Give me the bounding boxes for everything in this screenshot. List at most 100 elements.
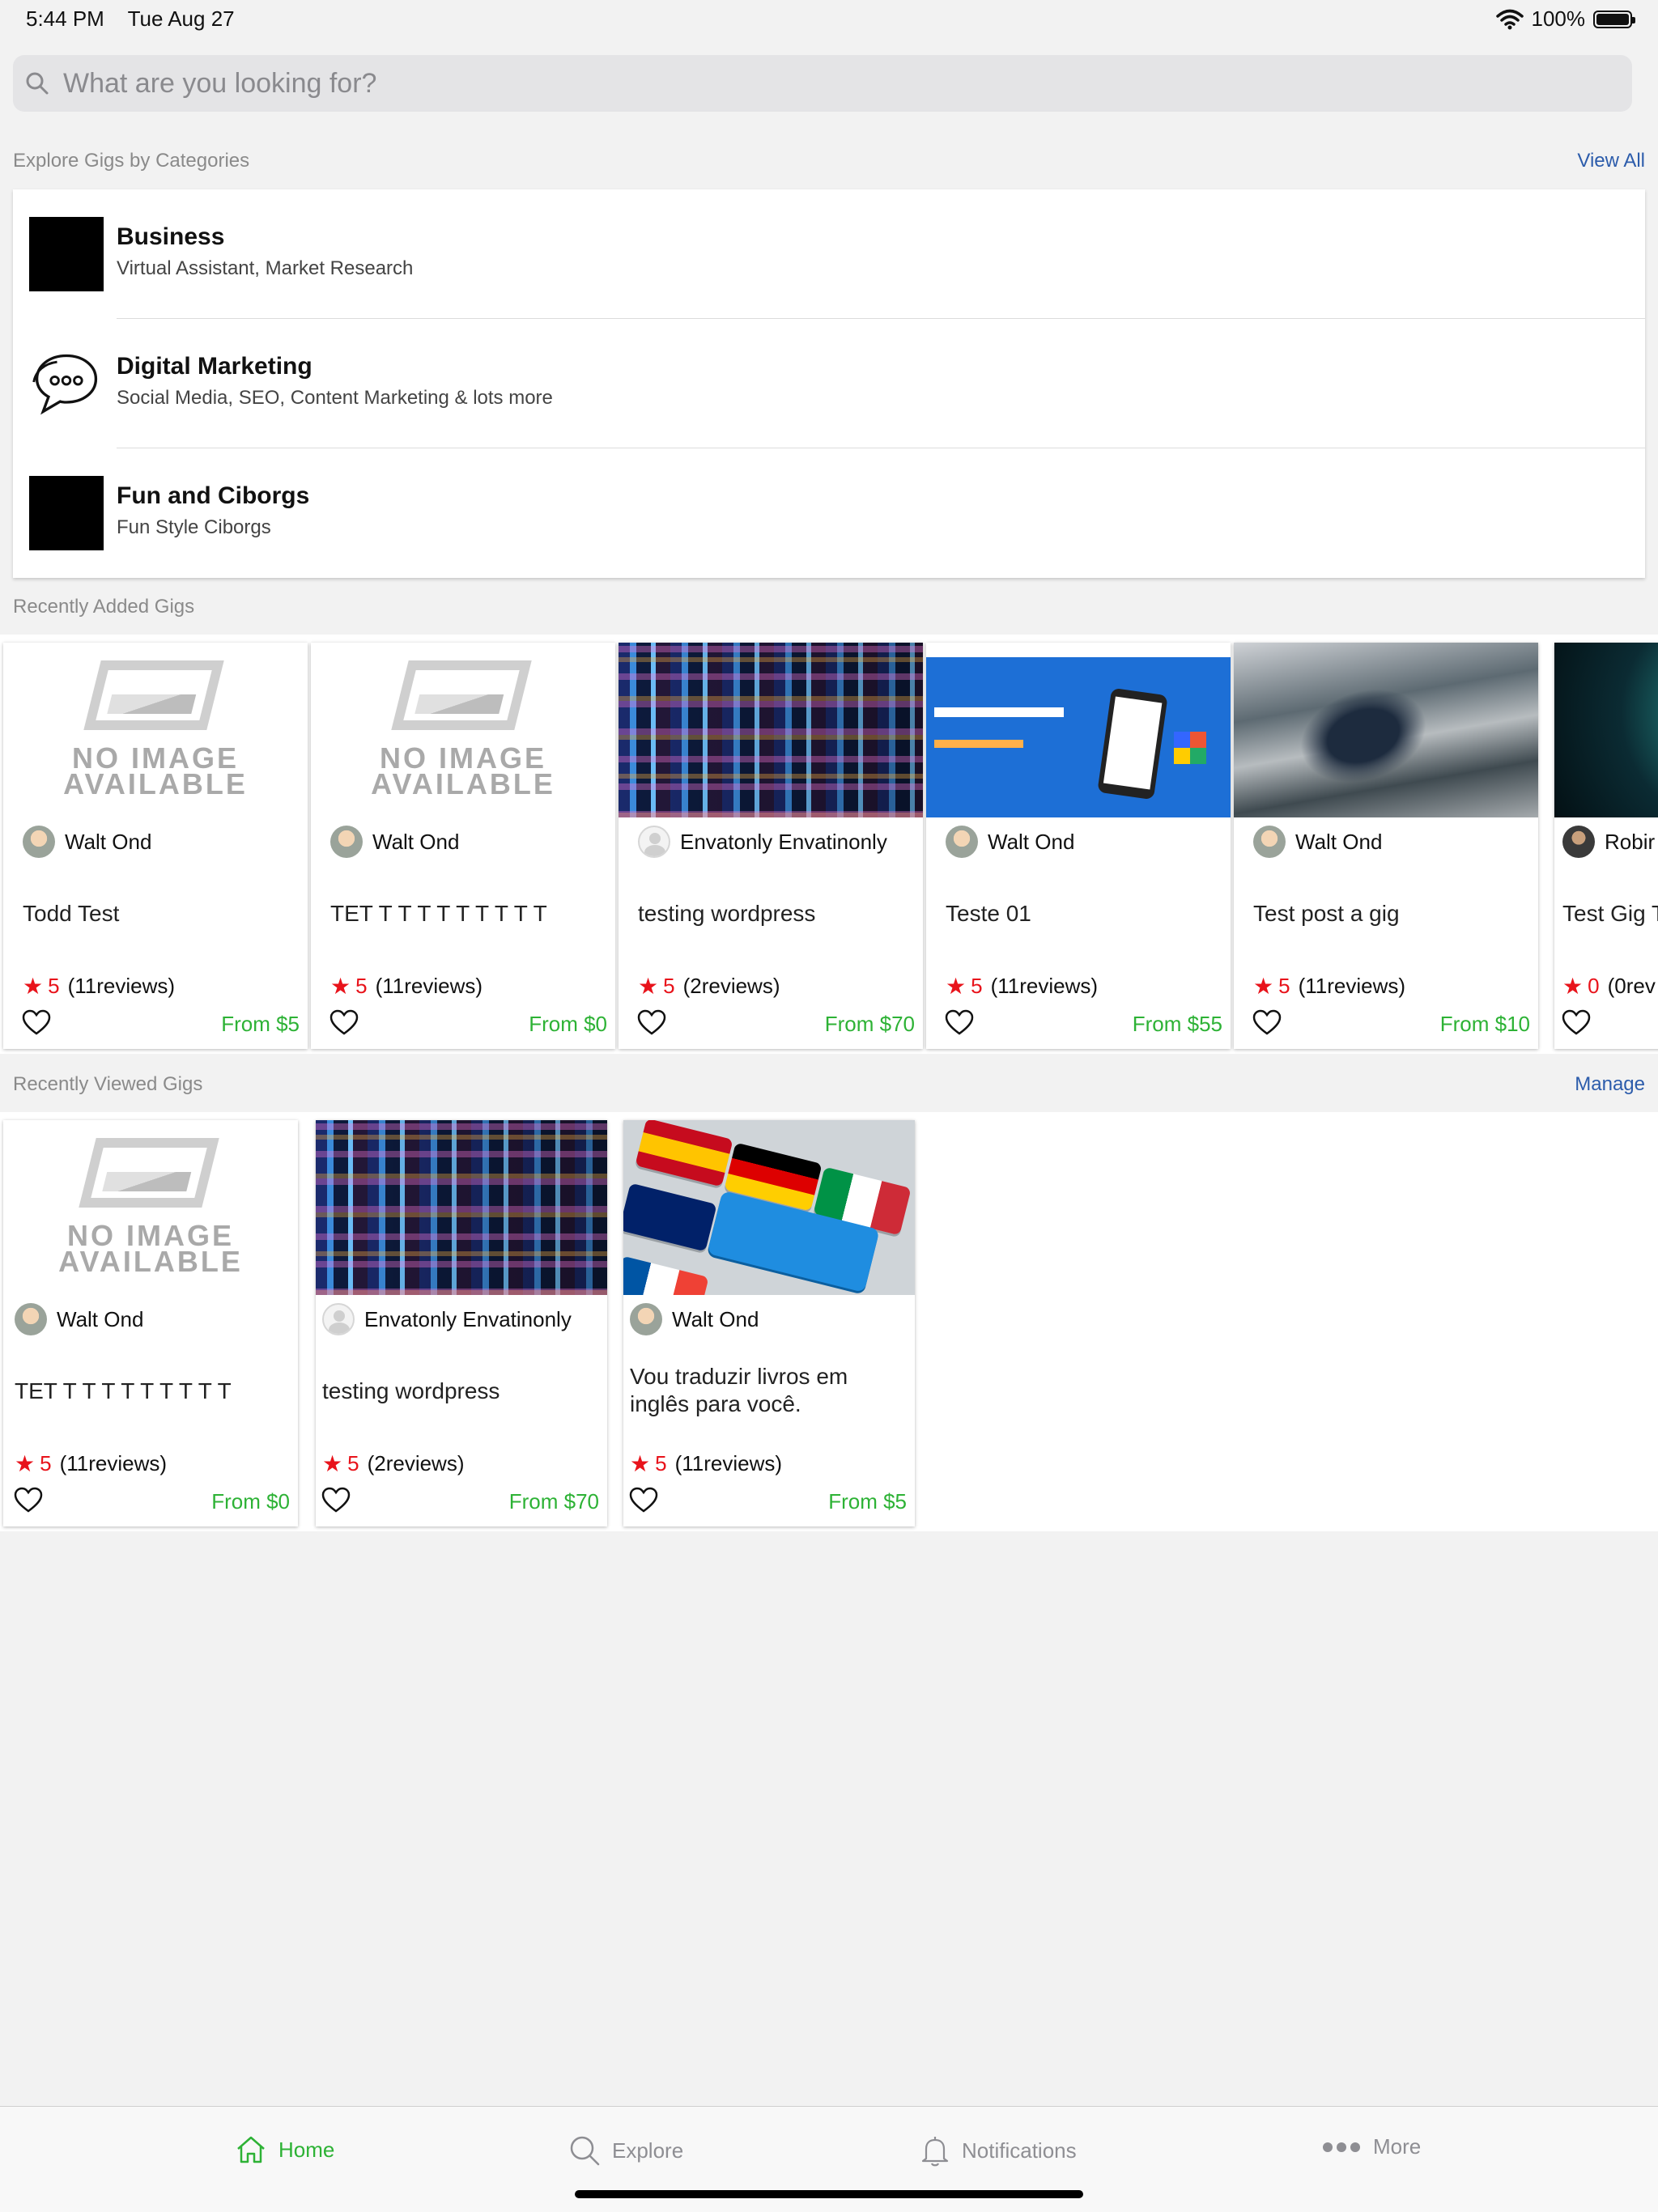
gig-title: Todd Test xyxy=(23,901,120,926)
gig-rating: ★ 5 (2reviews) xyxy=(638,974,780,999)
gig-author[interactable]: Envatonly Envatinonly xyxy=(638,826,887,858)
chat-bubbles-icon xyxy=(32,354,98,415)
gig-card[interactable]: Envatonly Envatinonly testing wordpress … xyxy=(316,1120,607,1526)
category-name: Fun and Ciborgs xyxy=(117,482,310,509)
gig-rating: ★ 5 (11reviews) xyxy=(946,974,1099,999)
gig-rating: ★ 5 (2reviews) xyxy=(322,1451,465,1476)
category-business[interactable]: Business Virtual Assistant, Market Resea… xyxy=(13,189,1645,319)
heart-icon[interactable] xyxy=(628,1486,659,1514)
category-business-thumbnail xyxy=(29,217,104,291)
gig-author[interactable]: Walt Ond xyxy=(946,826,1074,858)
gig-rating: ★ 5 (11reviews) xyxy=(15,1451,168,1476)
gig-image xyxy=(1234,643,1538,817)
heart-icon[interactable] xyxy=(329,1008,359,1036)
no-image-placeholder: NO IMAGE AVAILABLE xyxy=(311,643,615,817)
gig-price: From $0 xyxy=(211,1489,290,1514)
category-digital-marketing[interactable]: Digital Marketing Social Media, SEO, Con… xyxy=(13,319,1645,448)
gig-rating: ★ 5 (11reviews) xyxy=(630,1451,783,1476)
search-bar[interactable] xyxy=(13,55,1632,112)
home-indicator xyxy=(575,2190,1083,2198)
star-icon: ★ xyxy=(330,974,351,999)
heart-icon[interactable] xyxy=(13,1486,44,1514)
gig-card[interactable]: Walt Ond Test post a gig ★ 5 (11reviews) F… xyxy=(1234,643,1538,1049)
gig-title: Vou traduzir livros em inglês para você. xyxy=(630,1364,848,1416)
gig-author[interactable]: Walt Ond xyxy=(630,1303,759,1335)
status-bar: 5:44 PM Tue Aug 27 100% xyxy=(0,0,1658,45)
no-image-placeholder: NO IMAGE AVAILABLE xyxy=(3,1120,298,1295)
battery-percent: 100% xyxy=(1531,6,1586,31)
view-all-link[interactable]: View All xyxy=(1577,150,1645,172)
gig-author[interactable]: Walt Ond xyxy=(15,1303,143,1335)
star-icon: ★ xyxy=(23,974,44,999)
gig-card[interactable]: NO IMAGE AVAILABLE Walt Ond Todd Test ★ 5… xyxy=(3,643,308,1049)
gig-card[interactable]: Robir Test Gig T ★ 0 (0rev xyxy=(1554,643,1658,1049)
gig-title: testing wordpress xyxy=(638,901,816,926)
recently-added-carousel[interactable]: NO IMAGE AVAILABLE Walt Ond Todd Test ★ 5… xyxy=(0,635,1658,1054)
avatar xyxy=(1253,826,1286,858)
category-subtitle: Social Media, SEO, Content Marketing & l… xyxy=(117,387,553,409)
gig-author[interactable]: Walt Ond xyxy=(23,826,151,858)
heart-icon[interactable] xyxy=(321,1486,351,1514)
category-name: Business xyxy=(117,223,225,250)
gig-price: From $70 xyxy=(508,1489,599,1514)
star-icon: ★ xyxy=(630,1451,651,1476)
tab-more[interactable]: More xyxy=(1321,2134,1421,2159)
gig-author[interactable]: Walt Ond xyxy=(330,826,459,858)
avatar xyxy=(23,826,55,858)
gig-title: Test Gig T xyxy=(1562,901,1658,926)
gig-author[interactable]: Robir xyxy=(1562,826,1655,858)
battery-icon xyxy=(1593,10,1635,28)
gig-card[interactable]: NO IMAGE AVAILABLE Walt Ond TET T T T T … xyxy=(3,1120,298,1526)
tab-notifications[interactable]: Notifications xyxy=(920,2134,1077,2167)
avatar xyxy=(630,1303,662,1335)
gig-rating: ★ 0 (0rev xyxy=(1562,974,1656,999)
bell-icon xyxy=(921,2137,949,2167)
tab-home[interactable]: Home xyxy=(235,2134,334,2165)
heart-icon[interactable] xyxy=(1252,1008,1282,1036)
home-icon xyxy=(237,2136,265,2163)
heart-icon[interactable] xyxy=(21,1008,52,1036)
gig-price: From $55 xyxy=(1132,1012,1222,1036)
gig-rating: ★ 5 (11reviews) xyxy=(330,974,483,999)
gig-price: From $10 xyxy=(1439,1012,1530,1036)
gig-price: From $5 xyxy=(828,1489,907,1514)
tab-explore[interactable]: Explore xyxy=(568,2134,683,2167)
category-fun-and-ciborgs[interactable]: Fun and Ciborgs Fun Style Ciborgs xyxy=(13,448,1645,578)
gig-author[interactable]: Envatonly Envatinonly xyxy=(322,1303,572,1335)
recently-added-title: Recently Added Gigs xyxy=(13,596,195,618)
avatar xyxy=(1562,826,1595,858)
no-image-placeholder: NO IMAGE AVAILABLE xyxy=(3,643,308,817)
category-subtitle: Fun Style Ciborgs xyxy=(117,516,271,538)
search-input[interactable] xyxy=(62,66,1587,100)
star-icon: ★ xyxy=(1253,974,1274,999)
avatar xyxy=(638,826,670,858)
gig-price: From $70 xyxy=(824,1012,915,1036)
gig-card[interactable]: Walt Ond Vou traduzir livros em inglês p… xyxy=(623,1120,915,1526)
manage-link[interactable]: Manage xyxy=(1575,1073,1645,1096)
status-date: Tue Aug 27 xyxy=(127,6,235,31)
heart-icon[interactable] xyxy=(636,1008,667,1036)
avatar xyxy=(15,1303,47,1335)
star-icon: ★ xyxy=(322,1451,343,1476)
gig-title: testing wordpress xyxy=(322,1378,500,1403)
wifi-icon xyxy=(1495,9,1524,29)
search-icon xyxy=(26,72,49,95)
gig-image xyxy=(316,1120,607,1295)
heart-icon[interactable] xyxy=(944,1008,975,1036)
gig-card[interactable]: NO IMAGE AVAILABLE Walt Ond TET T T T T … xyxy=(311,643,615,1049)
gig-author[interactable]: Walt Ond xyxy=(1253,826,1382,858)
status-time: 5:44 PM xyxy=(26,6,104,31)
picture-placeholder-icon xyxy=(83,660,224,730)
gig-rating: ★ 5 (11reviews) xyxy=(23,974,176,999)
gig-card[interactable]: Envatonly Envatinonly testing wordpress … xyxy=(619,643,923,1049)
avatar xyxy=(330,826,363,858)
gig-title: Test post a gig xyxy=(1253,901,1400,926)
recently-viewed-carousel[interactable]: NO IMAGE AVAILABLE Walt Ond TET T T T T … xyxy=(0,1112,1658,1531)
gig-image xyxy=(926,643,1231,817)
picture-placeholder-icon xyxy=(391,660,532,730)
heart-icon[interactable] xyxy=(1561,1008,1592,1036)
gig-image xyxy=(1554,643,1658,817)
gig-card[interactable]: Walt Ond Teste 01 ★ 5 (11reviews) From $55 xyxy=(926,643,1231,1049)
gig-title: TET T T T T T T T T T xyxy=(330,901,547,926)
category-name: Digital Marketing xyxy=(117,353,312,380)
